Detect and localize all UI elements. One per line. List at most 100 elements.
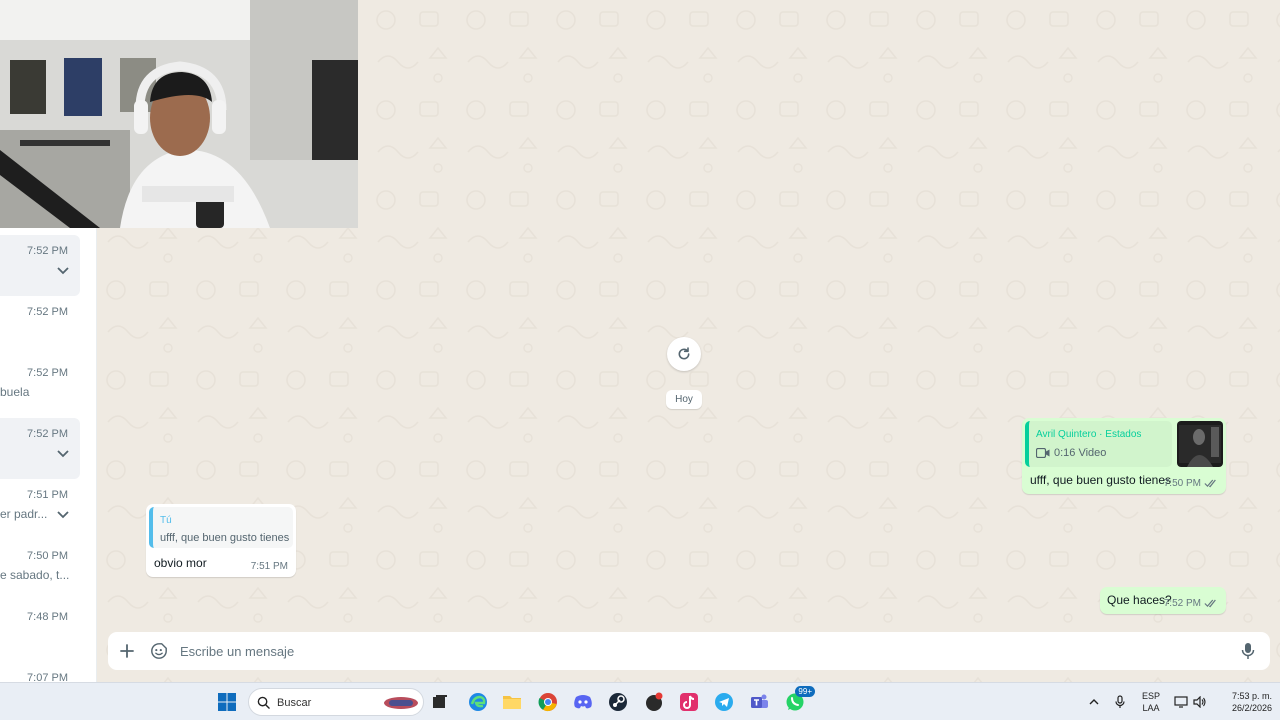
chat-list-preview: buela (0, 385, 30, 399)
chat-list-time: 7:52 PM (27, 245, 68, 257)
message-composer: Escribe un mensaje (108, 632, 1270, 670)
message-bubble-outgoing-status-reply[interactable]: Avril Quintero · Estados 0:16 Video ufff… (1022, 418, 1226, 494)
chat-list-item[interactable]: 7:52 PM buela (0, 357, 80, 418)
start-button[interactable] (215, 690, 239, 714)
discord-icon (574, 695, 592, 709)
windows-taskbar: Buscar 99+ ESP LAA 7:53 p. m. 26/2/2026 (0, 682, 1280, 720)
quoted-status-media: 0:16 Video (1036, 447, 1106, 459)
chat-list-item[interactable]: 7:52 PM (0, 235, 80, 296)
show-hidden-icons-button[interactable] (1084, 690, 1104, 714)
edge-app[interactable] (466, 690, 490, 714)
chat-list-time: 7:48 PM (27, 611, 68, 623)
status-thumbnail[interactable] (1177, 421, 1223, 467)
message-text: ufff, que buen gusto tienes (1030, 473, 1172, 487)
clock-date: 26/2/2026 (1231, 703, 1272, 713)
quoted-status-author: Avril Quintero · Estados (1036, 429, 1142, 440)
chat-list-time: 7:52 PM (27, 428, 68, 440)
quoted-message-text: ufff, que buen gusto tienes (160, 532, 290, 544)
search-highlight-image (384, 697, 418, 709)
message-bubble-incoming[interactable]: Tú ufff, que buen gusto tienes obvio mor… (146, 504, 296, 577)
telegram-icon (715, 693, 733, 711)
chrome-app[interactable] (536, 690, 560, 714)
chevron-down-icon[interactable] (56, 263, 70, 277)
task-view-icon (433, 695, 447, 708)
microphone-icon (1115, 695, 1125, 708)
message-meta: 7:52 PM (1164, 598, 1218, 609)
taskbar-search-label: Buscar (277, 697, 312, 709)
video-duration: 0:16 Video (1054, 447, 1107, 459)
chat-list-item[interactable]: 7:52 PM (0, 418, 80, 479)
chat-list-item[interactable]: 7:52 PM (0, 296, 80, 357)
message-text: obvio mor (154, 556, 207, 570)
video-thumbnail-image (1177, 421, 1223, 467)
attach-button[interactable] (115, 639, 139, 663)
chat-list-time: 7:52 PM (27, 306, 68, 318)
chat-list-item[interactable]: 7:51 PM er padr... (0, 479, 80, 540)
whatsapp-app[interactable]: 99+ (783, 686, 815, 714)
message-meta: 7:50 PM (1164, 478, 1218, 489)
search-icon (257, 696, 270, 709)
sticker-button[interactable] (147, 639, 171, 663)
chat-list-time: 7:51 PM (27, 489, 68, 501)
discord-app[interactable] (571, 690, 595, 714)
refresh-button[interactable] (667, 337, 701, 371)
message-text: Que haces? (1107, 593, 1172, 607)
clock-time: 7:53 p. m. (1231, 691, 1272, 701)
message-input[interactable]: Escribe un mensaje (180, 644, 294, 659)
edge-browser-icon (469, 693, 487, 711)
webcam-feed-image (0, 0, 358, 228)
tiktok-icon (680, 693, 698, 711)
chat-list-time: 7:07 PM (27, 672, 68, 682)
language-code: ESP (1141, 691, 1160, 701)
message-time: 7:51 PM (250, 561, 288, 572)
message-bubble-outgoing[interactable]: Que haces? 7:52 PM (1100, 587, 1226, 614)
quoted-status[interactable]: Avril Quintero · Estados 0:16 Video (1025, 421, 1172, 467)
file-explorer-app[interactable] (500, 690, 524, 714)
network-tray-button[interactable] (1171, 690, 1191, 714)
steam-icon (609, 693, 627, 711)
teams-icon (751, 694, 768, 708)
keyboard-layout-code: LAA (1142, 703, 1160, 713)
webcam-overlay (0, 0, 358, 228)
game-app-icon (646, 692, 663, 711)
quoted-message-author: Tú (160, 515, 172, 526)
network-icon (1174, 696, 1188, 708)
steam-app[interactable] (606, 690, 630, 714)
chevron-up-icon (1089, 699, 1099, 705)
microphone-icon (1241, 643, 1255, 659)
voice-message-button[interactable] (1236, 639, 1260, 663)
chevron-down-icon[interactable] (56, 507, 70, 521)
telegram-app[interactable] (712, 690, 736, 714)
game-app[interactable] (642, 690, 666, 714)
plus-icon (120, 644, 134, 658)
tiktok-app[interactable] (677, 690, 701, 714)
notification-badge: 99+ (795, 686, 815, 697)
chat-list-time: 7:50 PM (27, 550, 68, 562)
windows-logo-icon (218, 693, 236, 711)
clock[interactable]: 7:53 p. m. 26/2/2026 (1214, 690, 1272, 714)
sticker-icon (151, 643, 167, 659)
task-view-button[interactable] (428, 690, 452, 714)
chat-list-time: 7:52 PM (27, 367, 68, 379)
message-meta: 7:51 PM (251, 561, 288, 572)
folder-icon (503, 696, 521, 709)
microphone-tray-button[interactable] (1110, 690, 1130, 714)
chat-list-preview: e sabado, t... (0, 568, 70, 582)
chevron-down-icon[interactable] (56, 446, 70, 460)
chat-list-item[interactable]: 7:50 PM e sabado, t... (0, 540, 80, 601)
quoted-message[interactable]: Tú ufff, que buen gusto tienes (149, 507, 293, 548)
input-language-indicator[interactable]: ESP LAA (1138, 690, 1164, 714)
teams-app[interactable] (747, 690, 771, 714)
chat-list-item[interactable]: 7:07 PM (0, 662, 80, 682)
message-time: 7:52 PM (1163, 598, 1201, 609)
message-time: 7:50 PM (1163, 478, 1201, 489)
chat-list-preview: er padr... (0, 507, 48, 521)
volume-tray-button[interactable] (1190, 690, 1210, 714)
date-separator: Hoy (666, 390, 702, 409)
double-check-icon (1204, 479, 1216, 488)
chrome-icon (538, 693, 557, 712)
video-camera-icon (1036, 448, 1050, 458)
speaker-icon (1193, 696, 1206, 708)
chat-list-item[interactable]: 7:48 PM (0, 601, 80, 662)
taskbar-search[interactable]: Buscar (248, 688, 424, 716)
